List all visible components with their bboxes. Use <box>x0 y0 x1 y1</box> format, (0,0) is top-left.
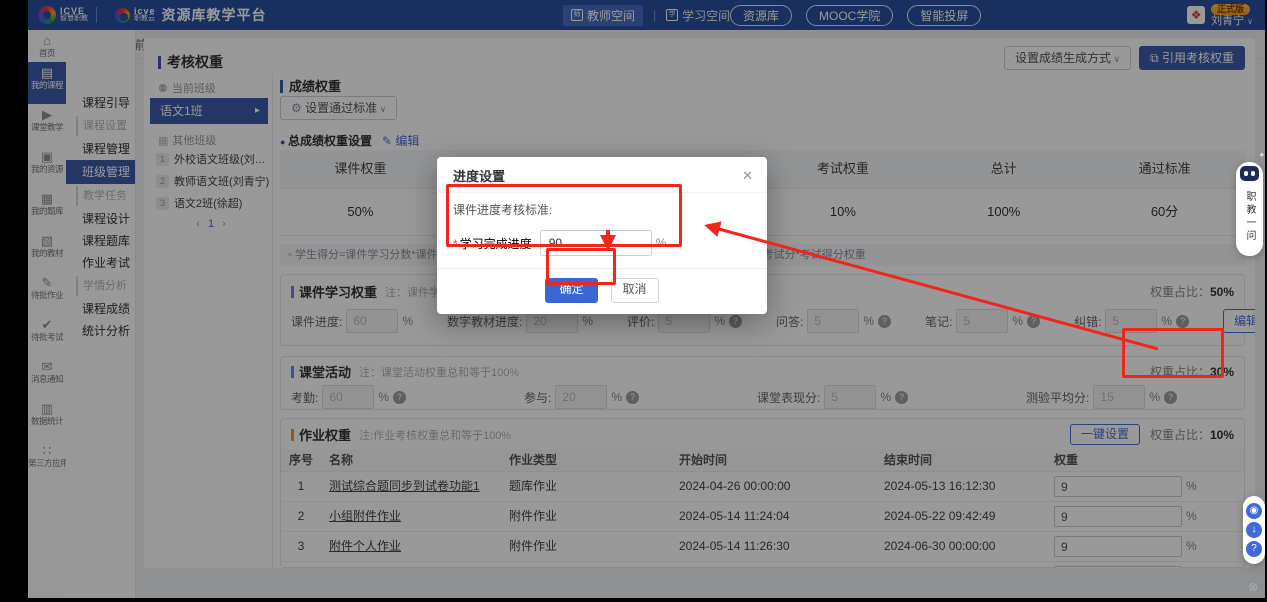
robot-icon <box>1240 166 1259 181</box>
close-icon[interactable]: ✕ <box>742 168 753 184</box>
download-icon[interactable]: ↓ <box>1246 522 1262 538</box>
help-icon[interactable]: ? <box>1246 541 1262 557</box>
feedback-icon[interactable]: ◉ <box>1246 503 1262 519</box>
ai-assistant-widget[interactable]: 职教一问 <box>1236 162 1263 256</box>
sparkle-icon: ✦ <box>1258 150 1266 161</box>
floating-toolbar: ◉ ↓ ? <box>1243 496 1265 564</box>
collapse-icon[interactable]: ⊗ <box>1248 580 1258 594</box>
assistant-label: 职教一问 <box>1236 183 1263 251</box>
modal-title: 进度设置 <box>453 166 505 185</box>
annotation-box-progress-button <box>1122 328 1224 378</box>
annotation-box-confirm <box>546 248 616 285</box>
annotation-box-form <box>446 184 682 247</box>
screenshot-root: { "colors":{"header_blue":"#2b4f9e","acc… <box>0 0 1267 602</box>
cancel-button[interactable]: 取消 <box>611 278 659 303</box>
